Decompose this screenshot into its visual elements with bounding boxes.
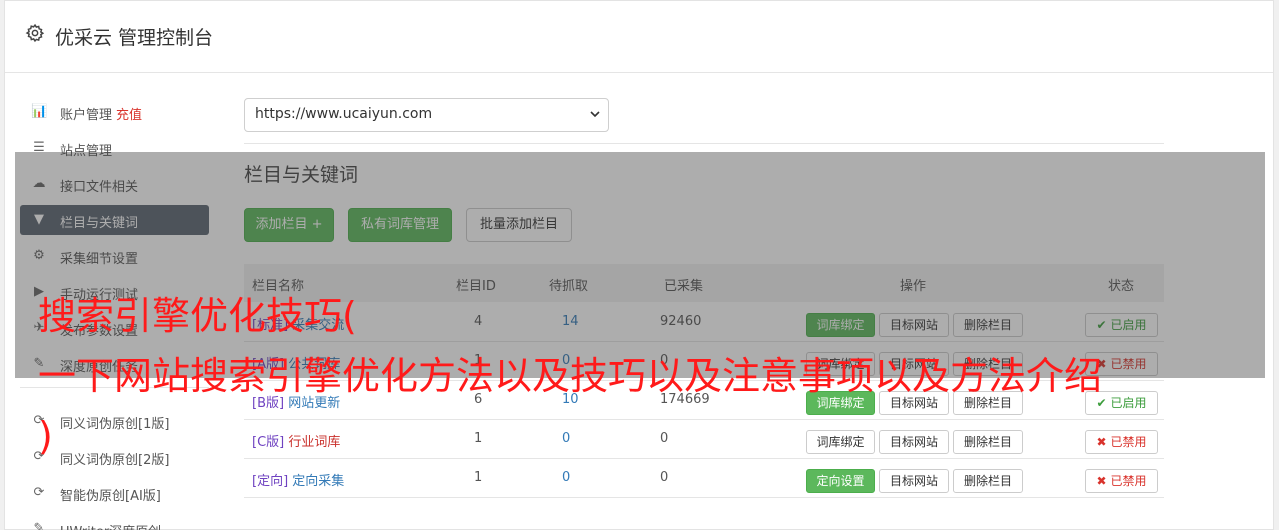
close-icon: ✖ (1096, 435, 1107, 449)
overlay-title-line2: 一下网站搜索引擎优化方法以及技巧以及注意事项以及方法介绍 (38, 354, 1103, 398)
refresh-icon: ⟳ (33, 485, 45, 500)
chevron-down-icon (590, 111, 600, 118)
page-title: 优采云 管理控制台 (55, 27, 214, 49)
column-id: 1 (474, 431, 483, 446)
sidebar-item[interactable]: 📊 账户管理 充值 (20, 97, 209, 127)
divider (244, 143, 1164, 144)
sidebar-item-label: UWriter深度原创 (60, 525, 161, 530)
bar-chart-icon: 📊 (31, 104, 48, 119)
sidebar-item-label: 账户管理 (60, 108, 113, 123)
sidebar-item[interactable]: ⟳ 智能伪原创[AI版] (20, 478, 209, 508)
delete-column-button[interactable]: 删除栏目 (953, 469, 1023, 493)
status-label: 已启用 (1110, 396, 1147, 410)
table-row: [C版] 行业词库 1 0 0 词库绑定 目标网站 删除栏目 ✖ 已禁用 (244, 420, 1164, 459)
status-label: 已禁用 (1110, 435, 1147, 449)
sidebar-item-label: 同义词伪原创[2版] (60, 453, 170, 468)
column-name-text: 定向采集 (292, 474, 345, 489)
table-row: [定向] 定向采集 1 0 0 定向设置 目标网站 删除栏目 ✖ 已禁用 (244, 459, 1164, 498)
sidebar-item[interactable]: ✎ UWriter深度原创 (20, 514, 209, 530)
overlay-title-line3: ) (38, 414, 53, 458)
edit-icon: ✎ (33, 521, 45, 530)
delete-column-button[interactable]: 删除栏目 (953, 430, 1023, 454)
collected-count: 0 (660, 470, 669, 485)
sidebar-item-label: 智能伪原创[AI版] (60, 489, 161, 504)
column-name-text: 行业词库 (288, 435, 341, 450)
gear-icon (25, 23, 45, 43)
status-label: 已禁用 (1110, 474, 1147, 488)
watermark-overlay (15, 152, 1265, 378)
pending-count[interactable]: 0 (562, 470, 570, 485)
sidebar-item-label: 同义词伪原创[1版] (60, 417, 170, 432)
status-toggle[interactable]: ✖ 已禁用 (1085, 469, 1158, 493)
target-site-button[interactable]: 目标网站 (879, 469, 949, 493)
column-name[interactable]: [C版] 行业词库 (252, 431, 340, 450)
target-site-button[interactable]: 目标网站 (879, 430, 949, 454)
overlay-title-line1: 搜索引擎优化技巧( (38, 294, 357, 338)
column-tag: [C版] (252, 435, 285, 450)
collected-count: 0 (660, 431, 669, 446)
bind-lexicon-button[interactable]: 定向设置 (806, 469, 875, 493)
bind-lexicon-button[interactable]: 词库绑定 (806, 430, 875, 454)
site-select[interactable]: https://www.ucaiyun.com (244, 98, 609, 132)
column-tag: [定向] (252, 474, 289, 489)
status-toggle[interactable]: ✖ 已禁用 (1085, 430, 1158, 454)
page-header: 优采云 管理控制台 (5, 1, 1273, 73)
pending-count[interactable]: 0 (562, 431, 570, 446)
close-icon: ✖ (1096, 474, 1107, 488)
site-select-value: https://www.ucaiyun.com (255, 106, 433, 122)
recharge-link[interactable]: 充值 (116, 108, 142, 123)
column-id: 1 (474, 470, 483, 485)
column-name[interactable]: [定向] 定向采集 (252, 470, 344, 489)
